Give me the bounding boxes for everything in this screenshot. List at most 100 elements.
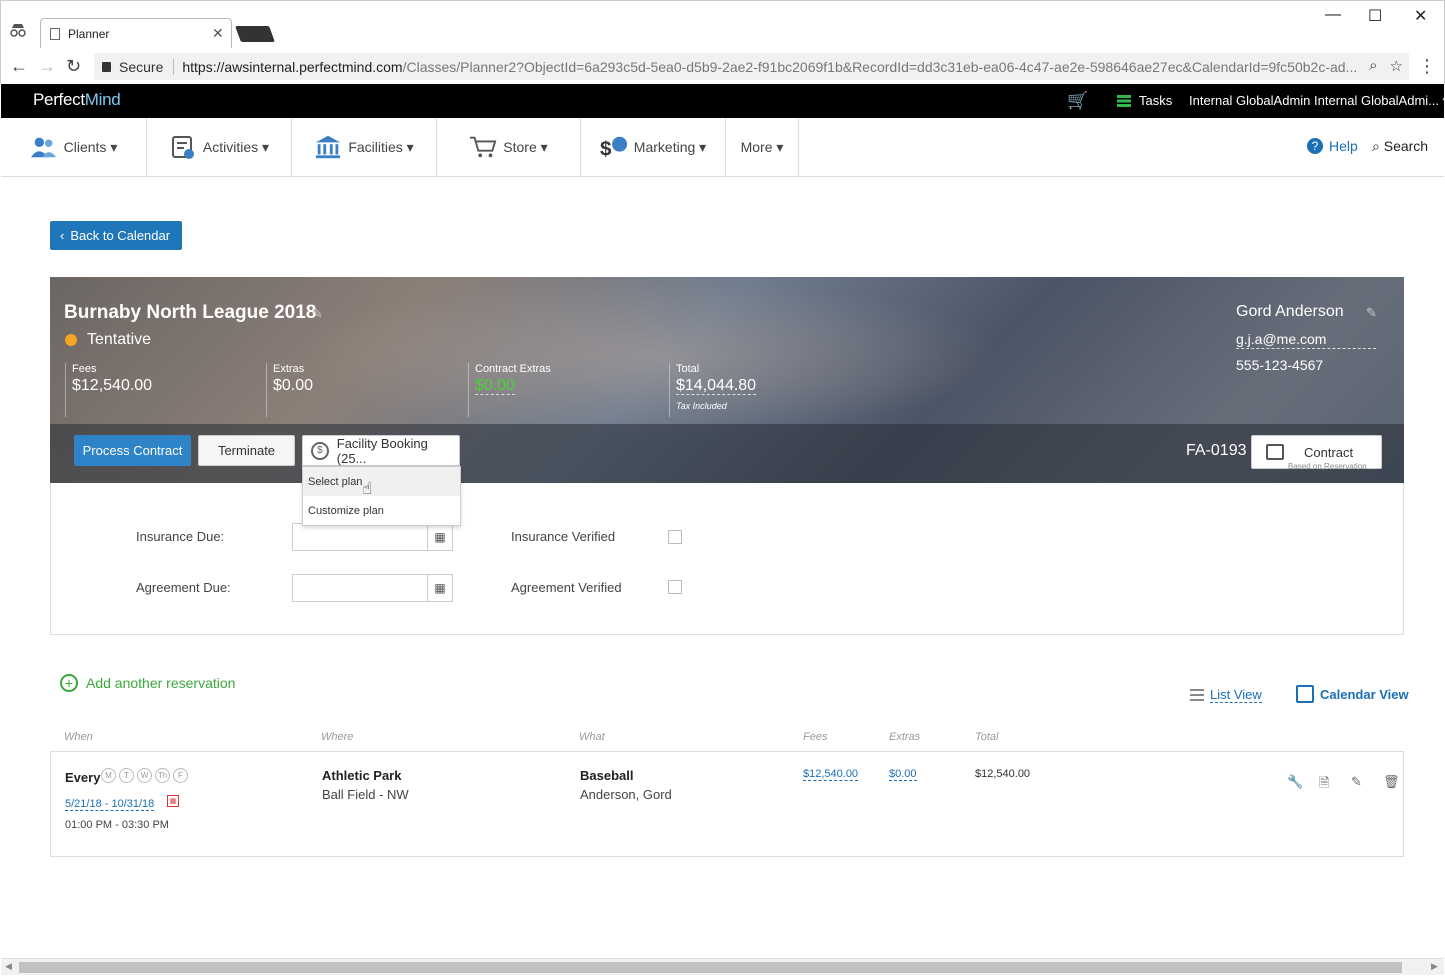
status-label: Tentative	[87, 331, 152, 348]
insurance-verified-label: Insurance Verified	[511, 529, 616, 544]
url-bar[interactable]: Secure https://awsinternal.perfectmind.c…	[94, 53, 1409, 80]
plus-circle-icon: +	[60, 674, 78, 692]
stat-contract-extras-value[interactable]: $0.00	[475, 377, 516, 395]
row-fees-link[interactable]: $12,540.00	[803, 768, 859, 781]
calendar-icon[interactable]: ▦	[427, 524, 452, 550]
contact-phone: 555-123-4567	[1236, 357, 1324, 373]
list-icon	[1190, 689, 1204, 701]
edit-pencil-icon[interactable]: ✎	[1351, 774, 1362, 790]
trash-icon[interactable]: 🗑	[1383, 774, 1400, 790]
zoom-icon[interactable]: ⌕	[1369, 57, 1377, 75]
process-contract-button[interactable]: Process Contract	[74, 435, 191, 466]
calendar-view-label: Calendar View	[1320, 686, 1409, 702]
date-range-link[interactable]: 5/21/18 - 10/31/18	[65, 798, 155, 811]
horizontal-scrollbar[interactable]: ◀ ▶	[1, 958, 1444, 975]
weekday-pill: M	[101, 768, 116, 783]
calendar-view-toggle[interactable]: Calendar View	[1296, 685, 1409, 703]
menu-item-customize-plan[interactable]: Customize plan	[303, 496, 460, 525]
insurance-due-input[interactable]: ▦	[292, 523, 453, 551]
menu-item-select-plan[interactable]: Select plan	[303, 467, 460, 496]
back-arrow-icon[interactable]: ←	[10, 56, 28, 77]
edit-contact-pencil-icon[interactable]: ✎	[1366, 305, 1377, 321]
agreement-verified-checkbox[interactable]	[668, 580, 682, 594]
lock-icon	[102, 61, 111, 72]
nav-activities[interactable]: Activities ▾	[147, 118, 292, 176]
chevron-left-icon: ‹	[60, 228, 65, 243]
calendar-grid-icon	[1296, 685, 1314, 703]
row-extras-link[interactable]: $0.00	[889, 768, 917, 781]
stat-total-label: Total	[676, 363, 700, 375]
scroll-left-icon[interactable]: ◀	[5, 961, 12, 972]
nav-clients[interactable]: Clients ▾	[1, 118, 147, 176]
stat-fees-value: $12,540.00	[72, 377, 153, 394]
activity-contact: Anderson, Gord	[580, 787, 672, 802]
nav-more[interactable]: More ▾	[726, 118, 799, 176]
contract-sublabel: Based on Reservation	[1288, 462, 1367, 471]
new-tab-button[interactable]	[235, 26, 275, 42]
close-window-button[interactable]: ✕	[1414, 6, 1427, 26]
time-range: 01:00 PM - 03:30 PM	[65, 819, 169, 831]
incognito-icon	[9, 23, 27, 37]
facility-agreement-number: FA-0193	[1186, 442, 1247, 459]
forward-arrow-icon[interactable]: →	[38, 56, 56, 77]
contact-email[interactable]: g.j.a@me.com	[1236, 331, 1376, 349]
agreement-due-label: Agreement Due:	[136, 580, 231, 595]
event-title: Burnaby North League 2018	[64, 302, 317, 323]
cart-icon[interactable]: 🛒	[1067, 91, 1088, 111]
browser-menu-icon[interactable]: ⋮	[1418, 56, 1436, 77]
list-view-label: List View	[1210, 687, 1262, 703]
nav-clients-label: Clients ▾	[63, 138, 118, 155]
activity-name: Baseball	[580, 768, 634, 783]
nav-store[interactable]: Store ▾	[437, 118, 581, 176]
secure-label: Secure	[119, 58, 164, 75]
star-icon[interactable]: ☆	[1390, 57, 1403, 75]
wrench-icon[interactable]: 🔧	[1287, 774, 1303, 790]
calendar-icon[interactable]: ▦	[427, 575, 452, 601]
reload-icon[interactable]: ↻	[66, 56, 81, 77]
payment-plan-dropdown[interactable]: $ Facility Booking (25...	[302, 435, 460, 466]
add-reservation-label: Add another reservation	[86, 675, 236, 691]
contract-button[interactable]: Contract Based on Reservation	[1251, 435, 1382, 471]
nav-marketing[interactable]: $ Marketing ▾	[581, 118, 726, 176]
weekday-pill: F	[173, 768, 188, 783]
minimize-button[interactable]: —	[1325, 6, 1341, 24]
stat-total: Total $14,044.80 Tax Included	[669, 363, 757, 417]
stat-extras-label: Extras	[273, 363, 305, 375]
insurance-verified-checkbox[interactable]	[668, 530, 682, 544]
list-view-toggle[interactable]: List View	[1190, 687, 1262, 703]
stat-total-value[interactable]: $14,044.80	[676, 377, 757, 395]
back-to-calendar-button[interactable]: ‹ Back to Calendar	[50, 221, 182, 250]
tab-close-icon[interactable]: ✕	[212, 25, 224, 42]
edit-title-pencil-icon[interactable]: ✎	[312, 306, 323, 322]
scroll-right-icon[interactable]: ▶	[1431, 961, 1438, 972]
calendar-conflict-icon[interactable]: ▦	[167, 795, 179, 807]
event-header: Burnaby North League 2018 ✎ Tentative Fe…	[50, 277, 1404, 483]
search-link[interactable]: ⌕ Search	[1372, 138, 1428, 155]
tasks-label: Tasks	[1139, 93, 1173, 108]
weekday-pills: M T W Th F	[101, 768, 188, 783]
tasks-link[interactable]: Tasks	[1117, 93, 1172, 108]
scrollbar-thumb[interactable]	[19, 962, 1402, 973]
user-name: Internal GlobalAdmin Internal GlobalAdmi…	[1189, 93, 1440, 108]
nav-facilities[interactable]: Facilities ▾	[292, 118, 437, 176]
facility-area: Ball Field - NW	[322, 787, 409, 802]
document-icon[interactable]: 🗎	[1319, 774, 1329, 796]
agreement-due-input[interactable]: ▦	[292, 574, 453, 602]
header-background	[300, 277, 1000, 437]
svg-text:$: $	[600, 137, 612, 160]
user-menu[interactable]: Internal GlobalAdmin Internal GlobalAdmi…	[1189, 93, 1445, 109]
weekday-pill: T	[119, 768, 134, 783]
maximize-button[interactable]: ☐	[1368, 6, 1382, 26]
status-dot	[65, 334, 77, 346]
terminate-button[interactable]: Terminate	[198, 435, 295, 466]
help-link[interactable]: ? Help	[1307, 138, 1358, 154]
weekday-pill: Th	[155, 768, 170, 783]
agreement-verified-label: Agreement Verified	[511, 580, 622, 595]
perfectmind-logo[interactable]: PerfectMind	[33, 90, 121, 110]
add-reservation-link[interactable]: + Add another reservation	[60, 674, 235, 692]
app-top-bar: PerfectMind 🛒 Tasks Internal GlobalAdmin…	[1, 84, 1445, 118]
nav-more-label: More ▾	[740, 138, 784, 155]
browser-tab-content[interactable]: Planner	[50, 20, 230, 48]
nav-store-label: Store ▾	[503, 138, 548, 155]
contact-name: Gord Anderson	[1236, 303, 1344, 320]
